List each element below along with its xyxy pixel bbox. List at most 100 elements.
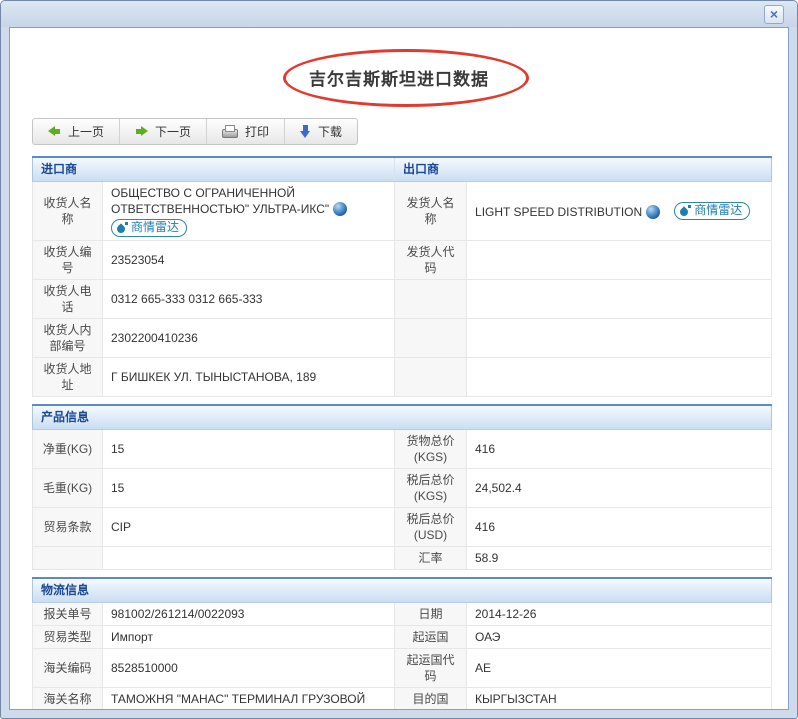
- radar-badge-importer[interactable]: 商情雷达: [111, 219, 187, 237]
- field-label: [395, 319, 467, 358]
- field-label: 收货人编号: [33, 241, 103, 280]
- consignee-name-label: 收货人名称: [33, 182, 103, 241]
- print-button[interactable]: 打印: [207, 119, 285, 144]
- field-value: 8528510000: [103, 649, 395, 688]
- field-value: Импорт: [103, 626, 395, 649]
- field-value: ОАЭ: [467, 626, 772, 649]
- table-row: 收货人内部编号 2302200410236: [33, 319, 772, 358]
- radar-badge-label: 商情雷达: [131, 220, 179, 235]
- download-label: 下载: [318, 123, 342, 140]
- logistics-info-section: 物流信息 报关单号 981002/261214/0022093 日期 2014-…: [32, 577, 766, 710]
- field-label: 海关编码: [33, 649, 103, 688]
- field-value: 15: [103, 430, 395, 469]
- shipper-name-text: LIGHT SPEED DISTRIBUTION: [475, 205, 642, 219]
- field-value: 58.9: [467, 547, 772, 570]
- field-label: 贸易类型: [33, 626, 103, 649]
- field-label: 税后总价 (USD): [395, 508, 467, 547]
- field-value: 15: [103, 469, 395, 508]
- toolbar: 上一页 下一页 打印 下载: [32, 118, 358, 145]
- shipper-name-label: 发货人名称: [395, 182, 467, 241]
- importer-exporter-section: 进口商 出口商 收货人名称 ОБЩЕСТВО С ОГРАНИЧЕННОЙ ОТ…: [32, 156, 766, 397]
- field-value: 0312 665-333 0312 665-333: [103, 280, 395, 319]
- logistics-section-header: 物流信息: [33, 578, 772, 603]
- globe-icon[interactable]: [646, 205, 660, 219]
- title-area: 吉尔吉斯斯坦进口数据: [10, 28, 788, 118]
- field-label: 税后总价 (KGS): [395, 469, 467, 508]
- table-row: 收货人编号 23523054 发货人代码: [33, 241, 772, 280]
- satellite-dish-icon: [117, 222, 128, 233]
- download-button[interactable]: 下载: [285, 119, 357, 144]
- product-info-section: 产品信息 净重(KG) 15 货物总价 (KGS) 416 毛重(KG) 15 …: [32, 404, 766, 570]
- importer-exporter-table: 进口商 出口商 收货人名称 ОБЩЕСТВО С ОГРАНИЧЕННОЙ ОТ…: [32, 156, 772, 397]
- table-row: 毛重(KG) 15 税后总价 (KGS) 24,502.4: [33, 469, 772, 508]
- next-page-label: 下一页: [155, 123, 191, 140]
- printer-icon: [222, 125, 238, 138]
- field-value: 2014-12-26: [467, 603, 772, 626]
- table-row: 贸易类型 Импорт 起运国 ОАЭ: [33, 626, 772, 649]
- table-row: 收货人地址 Г БИШКЕК УЛ. ТЫНЫСТАНОВА, 189: [33, 358, 772, 397]
- field-label: 起运国代码: [395, 649, 467, 688]
- field-label: 日期: [395, 603, 467, 626]
- product-section-header: 产品信息: [33, 405, 772, 430]
- prev-page-button[interactable]: 上一页: [33, 119, 120, 144]
- close-button[interactable]: ×: [764, 5, 784, 24]
- field-value: [467, 358, 772, 397]
- field-label: 目的国: [395, 688, 467, 711]
- field-value: [103, 547, 395, 570]
- table-row: 贸易条款 CIP 税后总价 (USD) 416: [33, 508, 772, 547]
- field-value: AE: [467, 649, 772, 688]
- field-value: 416: [467, 508, 772, 547]
- field-label: 毛重(KG): [33, 469, 103, 508]
- section-header-row: 物流信息: [33, 578, 772, 603]
- field-value: ТАМОЖНЯ "МАНАС" ТЕРМИНАЛ ГРУЗОВОЙ: [103, 688, 395, 711]
- field-label: 货物总价 (KGS): [395, 430, 467, 469]
- field-label: 净重(KG): [33, 430, 103, 469]
- exporter-section-header: 出口商: [395, 157, 772, 182]
- field-value: 24,502.4: [467, 469, 772, 508]
- table-row: 收货人电话 0312 665-333 0312 665-333: [33, 280, 772, 319]
- next-page-button[interactable]: 下一页: [120, 119, 207, 144]
- dialog-titlebar: ×: [1, 1, 797, 27]
- field-label: 海关名称: [33, 688, 103, 711]
- field-label: [395, 280, 467, 319]
- field-value: CIP: [103, 508, 395, 547]
- field-value: Г БИШКЕК УЛ. ТЫНЫСТАНОВА, 189: [103, 358, 395, 397]
- field-label: [395, 358, 467, 397]
- field-label: 收货人地址: [33, 358, 103, 397]
- field-label: 汇率: [395, 547, 467, 570]
- section-header-row: 产品信息: [33, 405, 772, 430]
- field-label: 收货人内部编号: [33, 319, 103, 358]
- radar-badge-label: 商情雷达: [694, 203, 742, 218]
- table-row: 净重(KG) 15 货物总价 (KGS) 416: [33, 430, 772, 469]
- field-label: 报关单号: [33, 603, 103, 626]
- table-row: 收货人名称 ОБЩЕСТВО С ОГРАНИЧЕННОЙ ОТВЕТСТВЕН…: [33, 182, 772, 241]
- prev-page-label: 上一页: [68, 123, 104, 140]
- field-value: КЫРГЫЗСТАН: [467, 688, 772, 711]
- field-value: 2302200410236: [103, 319, 395, 358]
- table-row: 海关编码 8528510000 起运国代码 AE: [33, 649, 772, 688]
- shipper-name-value: LIGHT SPEED DISTRIBUTION 商情雷达: [467, 182, 772, 241]
- field-label: 发货人代码: [395, 241, 467, 280]
- page-title: 吉尔吉斯斯坦进口数据: [10, 65, 788, 90]
- satellite-dish-icon: [680, 205, 691, 216]
- field-value: 981002/261214/0022093: [103, 603, 395, 626]
- print-label: 打印: [245, 123, 269, 140]
- arrow-left-icon: [48, 126, 61, 137]
- field-label: [33, 547, 103, 570]
- radar-badge-exporter[interactable]: 商情雷达: [674, 202, 750, 220]
- arrow-right-icon: [135, 126, 148, 137]
- field-value: [467, 241, 772, 280]
- arrow-down-icon: [300, 125, 311, 138]
- globe-icon[interactable]: [333, 202, 347, 216]
- field-label: 贸易条款: [33, 508, 103, 547]
- table-row: 报关单号 981002/261214/0022093 日期 2014-12-26: [33, 603, 772, 626]
- field-value: 416: [467, 430, 772, 469]
- table-row: 海关名称 ТАМОЖНЯ "МАНАС" ТЕРМИНАЛ ГРУЗОВОЙ 目…: [33, 688, 772, 711]
- consignee-name-value: ОБЩЕСТВО С ОГРАНИЧЕННОЙ ОТВЕТСТВЕННОСТЬЮ…: [103, 182, 395, 241]
- importer-section-header: 进口商: [33, 157, 395, 182]
- dialog-content: 吉尔吉斯斯坦进口数据 上一页 下一页 打印 下载: [9, 27, 789, 710]
- dialog-window: × 吉尔吉斯斯坦进口数据 上一页 下一页 打印 下载: [0, 0, 798, 719]
- field-label: 起运国: [395, 626, 467, 649]
- logistics-info-table: 物流信息 报关单号 981002/261214/0022093 日期 2014-…: [32, 577, 772, 710]
- table-row: 汇率 58.9: [33, 547, 772, 570]
